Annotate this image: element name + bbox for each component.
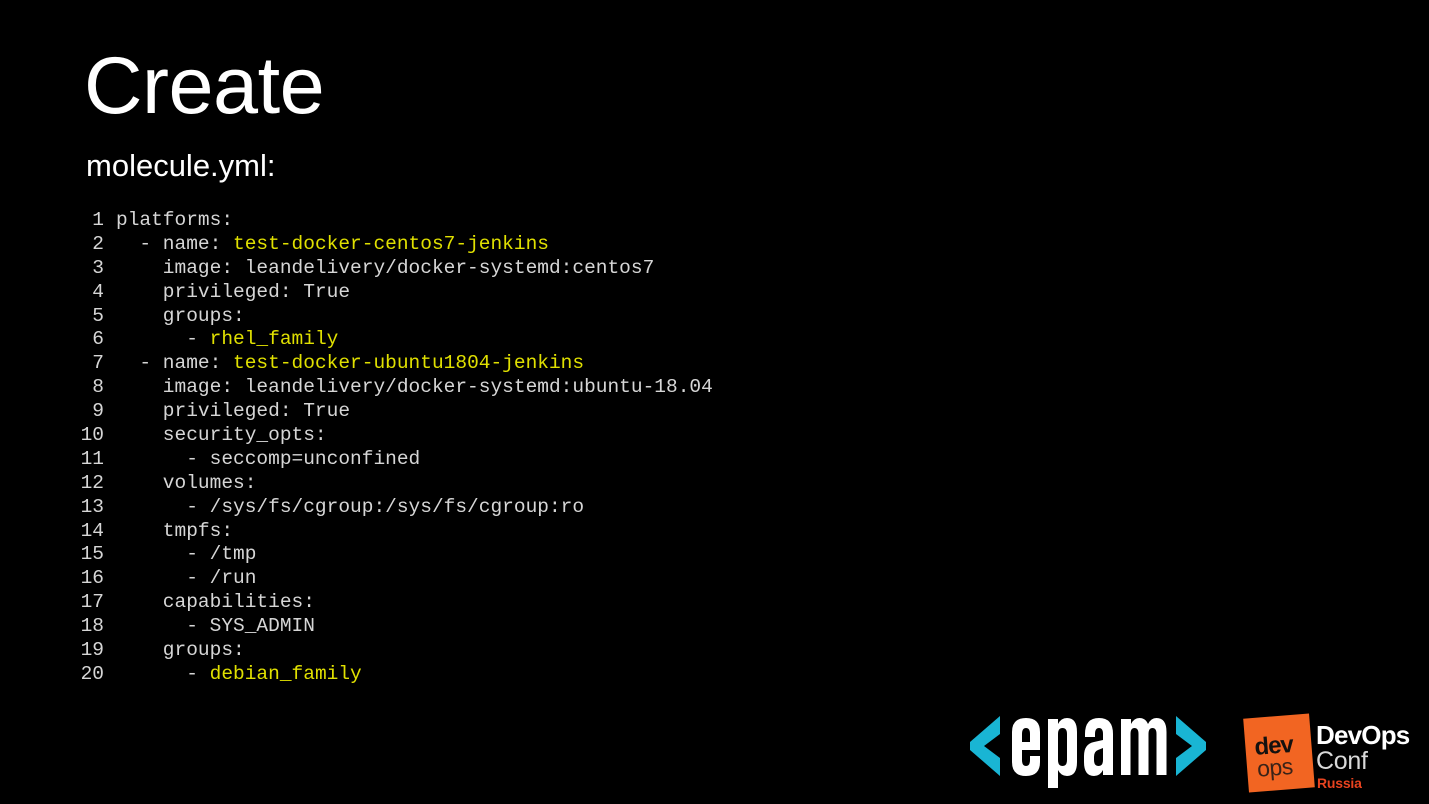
code-line: 9 privileged: True xyxy=(60,400,713,424)
code-line: 18 - SYS_ADMIN xyxy=(60,615,713,639)
code-token-text: - xyxy=(116,328,210,351)
page-title: Create xyxy=(84,41,325,131)
code-token-value: rhel_family xyxy=(209,328,339,351)
code-token-text: capabilities: xyxy=(116,591,315,614)
devops-badge: dev ops xyxy=(1243,713,1315,793)
epam-letter-e xyxy=(1012,718,1040,776)
code-token-text: platforms: xyxy=(116,209,234,231)
code-line-number: 17 xyxy=(80,591,104,614)
code-line: 3 image: leandelivery/docker-systemd:cen… xyxy=(60,257,713,281)
code-token-text: groups: xyxy=(116,639,245,662)
code-token-text: - name: xyxy=(116,232,234,255)
code-line-number: 9 xyxy=(92,400,104,423)
code-line: 5 groups: xyxy=(60,305,713,329)
code-line: 8 image: leandelivery/docker-systemd:ubu… xyxy=(60,376,713,400)
epam-letter-m xyxy=(1121,718,1167,775)
code-line: 7 - name: test-docker-ubuntu1804-jenkins xyxy=(60,352,713,376)
epam-left-bracket-icon xyxy=(970,716,1000,776)
code-token-value: test-docker-centos7-jenkins xyxy=(233,232,549,255)
code-line-number: 13 xyxy=(80,495,104,518)
devops-conf-logo: dev ops DevOps Conf Russia xyxy=(1243,712,1416,796)
code-line: 12 volumes: xyxy=(60,472,713,496)
code-token-text: - /sys/fs/cgroup:/sys/fs/cgroup:ro xyxy=(116,495,585,518)
code-line-number: 3 xyxy=(92,256,104,279)
code-line: 1 platforms: xyxy=(60,209,713,233)
code-block: 1 platforms: 2 - name: test-docker-centos7… xyxy=(60,209,713,687)
code-line: 14 tmpfs: xyxy=(60,520,713,544)
code-line-number: 2 xyxy=(92,232,104,255)
devops-badge-ops-text: ops xyxy=(1256,753,1294,782)
code-token-text: groups: xyxy=(116,304,245,327)
code-token-value: debian_family xyxy=(209,662,362,685)
code-line-number: 6 xyxy=(92,328,104,351)
code-line-number: 7 xyxy=(92,352,104,375)
devops-conf-title: DevOps xyxy=(1316,720,1410,750)
epam-logo xyxy=(968,704,1208,788)
code-token-value: test-docker-ubuntu1804-jenkins xyxy=(233,352,585,375)
code-line: 20 - debian_family xyxy=(60,663,713,687)
code-line-number: 4 xyxy=(92,280,104,303)
code-line-number: 11 xyxy=(80,447,104,470)
code-line: 19 groups: xyxy=(60,639,713,663)
code-token-text: - SYS_ADMIN xyxy=(116,615,315,638)
code-line: 2 - name: test-docker-centos7-jenkins xyxy=(60,233,713,257)
code-token-text: image: leandelivery/docker-systemd:ubunt… xyxy=(116,376,713,399)
code-token-text: image: leandelivery/docker-systemd:cento… xyxy=(116,256,655,279)
code-token-text: privileged: True xyxy=(116,400,351,423)
code-line: 13 - /sys/fs/cgroup:/sys/fs/cgroup:ro xyxy=(60,496,713,520)
code-line-number: 16 xyxy=(80,567,104,590)
code-token-text: - /tmp xyxy=(116,543,257,566)
code-line: 6 - rhel_family xyxy=(60,328,713,352)
code-line: 4 privileged: True xyxy=(60,281,713,305)
code-line-number: 12 xyxy=(80,471,104,494)
code-token-text: tmpfs: xyxy=(116,519,234,542)
epam-letter-a xyxy=(1084,718,1113,776)
code-line: 17 capabilities: xyxy=(60,591,713,615)
code-line-number: 10 xyxy=(80,424,104,447)
epam-logo-svg xyxy=(970,716,1206,788)
epam-letter-p xyxy=(1048,718,1077,788)
code-line-number: 8 xyxy=(92,376,104,399)
code-line-number: 15 xyxy=(80,543,104,566)
code-token-text: - seccomp=unconfined xyxy=(116,447,421,470)
code-token-text: - xyxy=(116,662,210,685)
code-line-number: 1 xyxy=(92,209,104,231)
code-line: 15 - /tmp xyxy=(60,543,713,567)
code-token-text: volumes: xyxy=(116,471,257,494)
code-filename-label: molecule.yml: xyxy=(86,148,276,183)
code-line-number: 18 xyxy=(80,615,104,638)
devops-conf-region: Russia xyxy=(1317,775,1362,791)
code-line-number: 14 xyxy=(80,519,104,542)
code-line-number: 19 xyxy=(80,639,104,662)
code-token-text: security_opts: xyxy=(116,424,327,447)
code-line: 10 security_opts: xyxy=(60,424,713,448)
code-token-text: - /run xyxy=(116,567,257,590)
code-line: 11 - seccomp=unconfined xyxy=(60,448,713,472)
code-token-text: - name: xyxy=(116,352,234,375)
code-line-number: 20 xyxy=(80,662,104,685)
slide-root: Create molecule.yml: 1 platforms: 2 - name… xyxy=(0,0,1429,804)
code-line-number: 5 xyxy=(92,304,104,327)
code-token-text: privileged: True xyxy=(116,280,351,303)
code-line: 16 - /run xyxy=(60,567,713,591)
devops-conf-subtitle: Conf xyxy=(1316,747,1368,775)
epam-right-bracket-icon xyxy=(1176,716,1206,776)
